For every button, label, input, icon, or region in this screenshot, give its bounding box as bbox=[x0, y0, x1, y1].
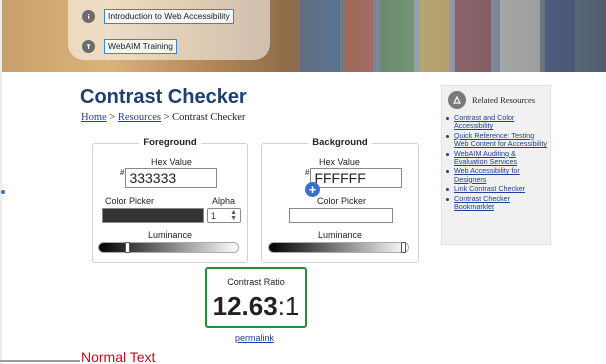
permalink-link[interactable]: permalink bbox=[235, 333, 274, 343]
contrast-ratio-number: 12.63 bbox=[212, 291, 278, 321]
background-hex-input[interactable] bbox=[310, 168, 403, 188]
background-legend: Background bbox=[262, 137, 418, 148]
info-icon bbox=[82, 10, 95, 23]
contrast-ratio-box: Contrast Ratio 12.63:1 bbox=[205, 267, 307, 328]
foreground-legend: Foreground bbox=[93, 137, 247, 148]
breadcrumb-separator: > bbox=[161, 112, 173, 123]
alpha-stepper[interactable]: ▲ ▼ bbox=[230, 209, 237, 222]
breadcrumb: Home > Resources > Contrast Checker bbox=[81, 112, 245, 123]
banner-decoration bbox=[500, 0, 540, 72]
resource-link[interactable]: Contrast Checker Bookmarklet bbox=[444, 194, 548, 212]
contrast-ratio-value: 12.63:1 bbox=[207, 291, 305, 322]
background-color-picker[interactable] bbox=[289, 208, 393, 223]
banner-decoration bbox=[300, 0, 340, 72]
add-color-button[interactable]: + bbox=[305, 182, 320, 197]
background-hex-label: Hex Value bbox=[319, 157, 360, 167]
foreground-panel: Foreground Hex Value # Color Picker Alph… bbox=[92, 137, 248, 263]
background-hex-group: # bbox=[305, 168, 403, 188]
resource-link[interactable]: WebAIM Auditing & Evaluation Services bbox=[444, 149, 548, 167]
hash-symbol: # bbox=[120, 168, 125, 177]
banner-decoration bbox=[455, 0, 491, 72]
slider-thumb[interactable] bbox=[401, 242, 406, 253]
header-banner: Introduction to Web Accessibility WebAIM… bbox=[0, 0, 606, 72]
breadcrumb-resources-link[interactable]: Resources bbox=[118, 112, 161, 123]
banner-decoration bbox=[380, 0, 414, 72]
banner-link-label[interactable]: WebAIM Training bbox=[104, 39, 178, 54]
contrast-ratio-label: Contrast Ratio bbox=[227, 277, 285, 287]
breadcrumb-home-link[interactable]: Home bbox=[81, 112, 107, 123]
related-resources-panel: Related Resources Contrast and Color Acc… bbox=[441, 85, 551, 245]
page-title: Contrast Checker bbox=[80, 86, 247, 108]
training-icon bbox=[82, 40, 95, 53]
divider bbox=[0, 360, 80, 362]
breadcrumb-current: Contrast Checker bbox=[172, 112, 246, 123]
foreground-color-picker-label: Color Picker bbox=[105, 196, 155, 206]
foreground-color-picker[interactable] bbox=[102, 208, 204, 223]
focus-marker bbox=[1, 190, 5, 194]
resource-link[interactable]: Web Accessibility for Designers bbox=[444, 167, 548, 184]
resource-link[interactable]: Link Contrast Checker bbox=[444, 184, 548, 193]
banner-decoration bbox=[420, 0, 450, 72]
banner-decoration bbox=[345, 0, 373, 72]
breadcrumb-separator: > bbox=[106, 112, 118, 123]
slider-thumb[interactable] bbox=[125, 242, 130, 253]
contrast-ratio-suffix: :1 bbox=[277, 291, 300, 321]
foreground-hex-group: # bbox=[120, 168, 218, 188]
banner-link-label[interactable]: Introduction to Web Accessibility bbox=[104, 9, 234, 24]
page-edge bbox=[0, 0, 2, 364]
alpha-value: 1 bbox=[211, 210, 217, 221]
resources-icon bbox=[448, 91, 466, 109]
foreground-hex-input[interactable] bbox=[125, 168, 218, 188]
normal-text-heading: Normal Text bbox=[81, 349, 156, 364]
background-luminance-label: Luminance bbox=[318, 230, 363, 240]
foreground-luminance-label: Luminance bbox=[148, 230, 193, 240]
resource-link[interactable]: Contrast and Color Accessibility bbox=[444, 113, 548, 131]
related-resources-list: Contrast and Color Accessibility Quick R… bbox=[444, 113, 548, 212]
hash-symbol: # bbox=[305, 168, 310, 177]
intro-web-accessibility-link[interactable]: Introduction to Web Accessibility bbox=[82, 9, 234, 24]
background-panel: Background Hex Value # Color Picker Lumi… bbox=[261, 137, 419, 263]
foreground-alpha-label: Alpha bbox=[212, 196, 236, 206]
background-luminance-slider[interactable] bbox=[268, 242, 409, 253]
foreground-hex-label: Hex Value bbox=[151, 157, 192, 167]
banner-decoration bbox=[545, 0, 575, 72]
alpha-input[interactable]: 1 ▲ ▼ bbox=[207, 208, 241, 223]
background-color-picker-label: Color Picker bbox=[317, 196, 367, 206]
webaim-training-link[interactable]: WebAIM Training bbox=[82, 39, 178, 54]
related-resources-title: Related Resources bbox=[472, 95, 536, 105]
related-resources-header: Related Resources bbox=[448, 91, 535, 109]
resource-link[interactable]: Quick Reference: Testing Web Content for… bbox=[444, 131, 548, 149]
foreground-luminance-slider[interactable] bbox=[98, 242, 239, 253]
